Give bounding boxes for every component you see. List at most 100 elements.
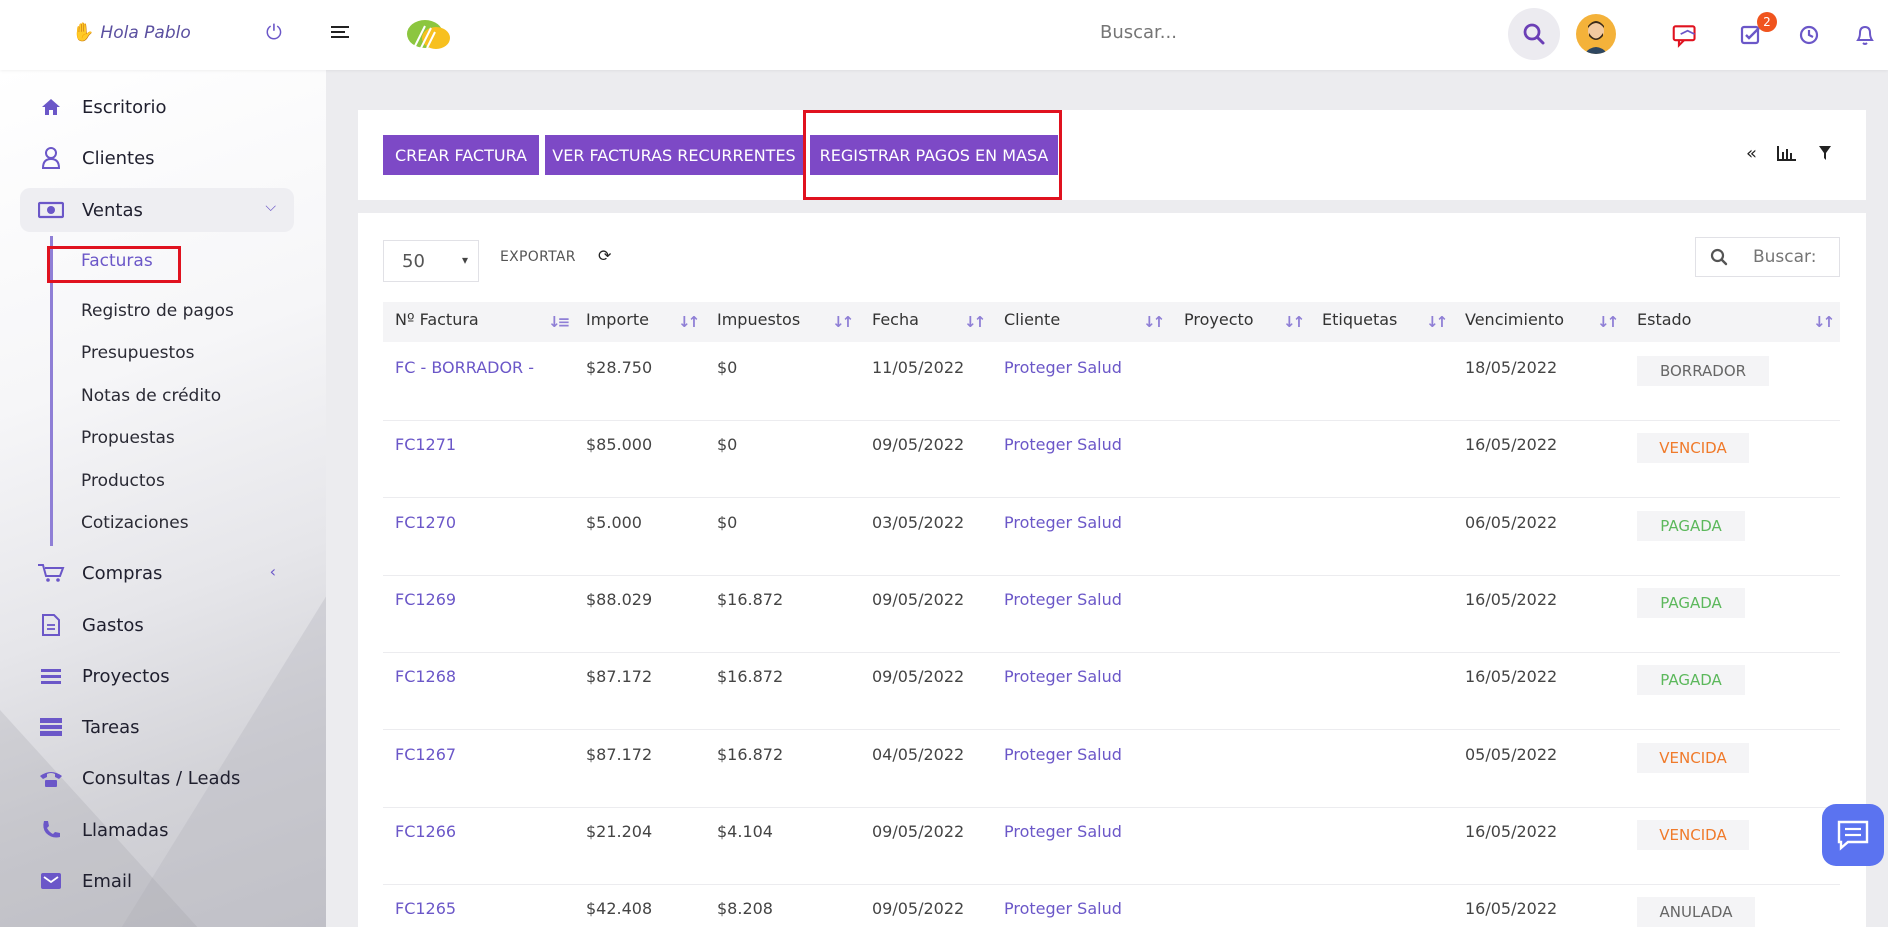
page-size-value: 50 (402, 250, 425, 272)
bell-icon[interactable] (1852, 22, 1878, 48)
vencimiento-cell: 16/05/2022 (1465, 435, 1558, 454)
column-header-vencimiento[interactable]: Vencimiento (1465, 310, 1564, 329)
search-button[interactable] (1508, 8, 1560, 60)
menu-toggle-icon[interactable] (331, 26, 349, 41)
table-search-input[interactable] (1741, 237, 1840, 277)
sort-icon[interactable]: ↓↑ (832, 313, 854, 331)
sort-icon[interactable]: ↓≡ (548, 313, 570, 331)
sidebar-item-clientes[interactable]: Clientes (20, 136, 294, 180)
column-header-numero[interactable]: Nº Factura (395, 310, 479, 329)
vencimiento-cell: 05/05/2022 (1465, 745, 1558, 764)
sort-icon[interactable]: ↓↑ (678, 313, 700, 331)
invoice-number-link[interactable]: FC1271 (395, 435, 456, 454)
power-icon[interactable]: ⏻ (266, 20, 282, 44)
impuestos-cell: $16.872 (717, 745, 784, 764)
cliente-link[interactable]: Proteger Salud (1004, 358, 1122, 377)
bar-chart-icon[interactable] (1777, 145, 1797, 165)
sidebar-subitem-notas-de-credito[interactable]: Notas de crédito (81, 386, 221, 406)
waving-hand-icon: ✋ (72, 22, 95, 43)
sidebar-item-label: Gastos (82, 614, 144, 636)
crear-factura-button[interactable]: CREAR FACTURA (383, 135, 539, 175)
fecha-cell: 09/05/2022 (872, 435, 965, 454)
top-bar: ✋ Hola Pablo ⏻ 2 (0, 0, 1888, 70)
sidebar-item-label: Clientes (82, 147, 155, 169)
phone-icon (20, 768, 82, 788)
column-header-estado[interactable]: Estado (1637, 310, 1691, 329)
vencimiento-cell: 16/05/2022 (1465, 667, 1558, 686)
export-button[interactable]: EXPORTAR (500, 249, 576, 265)
refresh-icon[interactable]: ⟳ (598, 246, 611, 265)
column-header-impuestos[interactable]: Impuestos (717, 310, 800, 329)
sidebar-item-gastos[interactable]: Gastos (20, 603, 294, 647)
invoice-number-link[interactable]: FC1267 (395, 745, 456, 764)
column-header-cliente[interactable]: Cliente (1004, 310, 1060, 329)
sort-icon[interactable]: ↓↑ (1426, 313, 1448, 331)
sidebar-item-label: Ventas (82, 199, 143, 221)
status-badge: VENCIDA (1637, 820, 1749, 850)
sort-icon[interactable]: ↓↑ (1143, 313, 1165, 331)
sort-icon[interactable]: ↓↑ (964, 313, 986, 331)
sidebar-subitem-cotizaciones[interactable]: Cotizaciones (81, 513, 189, 533)
chevron-left-icon: ‹ (269, 562, 276, 581)
cliente-link[interactable]: Proteger Salud (1004, 899, 1122, 918)
row-divider (383, 729, 1840, 730)
sort-icon[interactable]: ↓↑ (1283, 313, 1305, 331)
chevron-down-icon: ▾ (461, 253, 468, 267)
global-search-input[interactable] (1100, 22, 1380, 43)
sidebar-subitem-registro-de-pagos[interactable]: Registro de pagos (81, 301, 234, 321)
table-search-button[interactable] (1695, 237, 1742, 277)
search-icon (1523, 23, 1545, 45)
sidebar-item-email[interactable]: Email (20, 859, 294, 903)
home-icon (20, 97, 82, 117)
status-badge: PAGADA (1637, 665, 1745, 695)
column-header-proyecto[interactable]: Proyecto (1184, 310, 1254, 329)
ver-facturas-recurrentes-button[interactable]: VER FACTURAS RECURRENTES (545, 135, 803, 175)
cliente-link[interactable]: Proteger Salud (1004, 513, 1122, 532)
invoice-number-link[interactable]: FC1265 (395, 899, 456, 918)
invoice-number-link[interactable]: FC1270 (395, 513, 456, 532)
collapse-panel-icon[interactable]: « (1746, 143, 1757, 164)
cart-icon (20, 562, 82, 584)
column-header-fecha[interactable]: Fecha (872, 310, 919, 329)
cliente-link[interactable]: Proteger Salud (1004, 745, 1122, 764)
cliente-link[interactable]: Proteger Salud (1004, 435, 1122, 454)
sidebar-item-llamadas[interactable]: Llamadas (20, 808, 294, 852)
tasks-icon (20, 717, 82, 737)
row-divider (383, 420, 1840, 421)
impuestos-cell: $0 (717, 358, 738, 377)
sidebar-item-proyectos[interactable]: Proyectos (20, 654, 294, 698)
sidebar-item-escritorio[interactable]: Escritorio (20, 85, 294, 129)
user-greeting[interactable]: ✋ Hola Pablo (72, 22, 191, 43)
filter-icon[interactable] (1818, 145, 1832, 165)
column-header-etiquetas[interactable]: Etiquetas (1322, 310, 1397, 329)
impuestos-cell: $8.208 (717, 899, 773, 918)
greeting-text: Hola Pablo (100, 22, 191, 43)
sidebar-item-compras[interactable]: Compras ‹ (20, 551, 294, 595)
cliente-link[interactable]: Proteger Salud (1004, 822, 1122, 841)
invoice-number-link[interactable]: FC1266 (395, 822, 456, 841)
user-icon (20, 146, 82, 170)
impuestos-cell: $16.872 (717, 667, 784, 686)
sidebar-item-tareas[interactable]: Tareas (20, 705, 294, 749)
sort-icon[interactable]: ↓↑ (1597, 313, 1619, 331)
file-icon (20, 613, 82, 637)
column-header-importe[interactable]: Importe (586, 310, 649, 329)
clock-icon[interactable] (1796, 22, 1822, 48)
chat-alert-icon[interactable] (1672, 22, 1698, 48)
support-chat-button[interactable] (1822, 804, 1884, 866)
status-badge: ANULADA (1637, 897, 1755, 927)
invoice-number-link[interactable]: FC1269 (395, 590, 456, 609)
sidebar-subitem-presupuestos[interactable]: Presupuestos (81, 343, 194, 363)
page-size-select[interactable]: 50 ▾ (383, 240, 479, 282)
invoice-number-link[interactable]: FC1268 (395, 667, 456, 686)
sidebar-item-consultas-leads[interactable]: Consultas / Leads (20, 756, 294, 800)
cliente-link[interactable]: Proteger Salud (1004, 590, 1122, 609)
user-avatar[interactable] (1576, 14, 1616, 54)
invoice-number-link[interactable]: FC - BORRADOR - (395, 358, 534, 377)
sidebar-subitem-propuestas[interactable]: Propuestas (81, 428, 175, 448)
sidebar-item-ventas[interactable]: Ventas ⌵ (20, 188, 294, 232)
sort-icon[interactable]: ↓↑ (1813, 313, 1835, 331)
fecha-cell: 09/05/2022 (872, 822, 965, 841)
cliente-link[interactable]: Proteger Salud (1004, 667, 1122, 686)
sidebar-subitem-productos[interactable]: Productos (81, 471, 165, 491)
